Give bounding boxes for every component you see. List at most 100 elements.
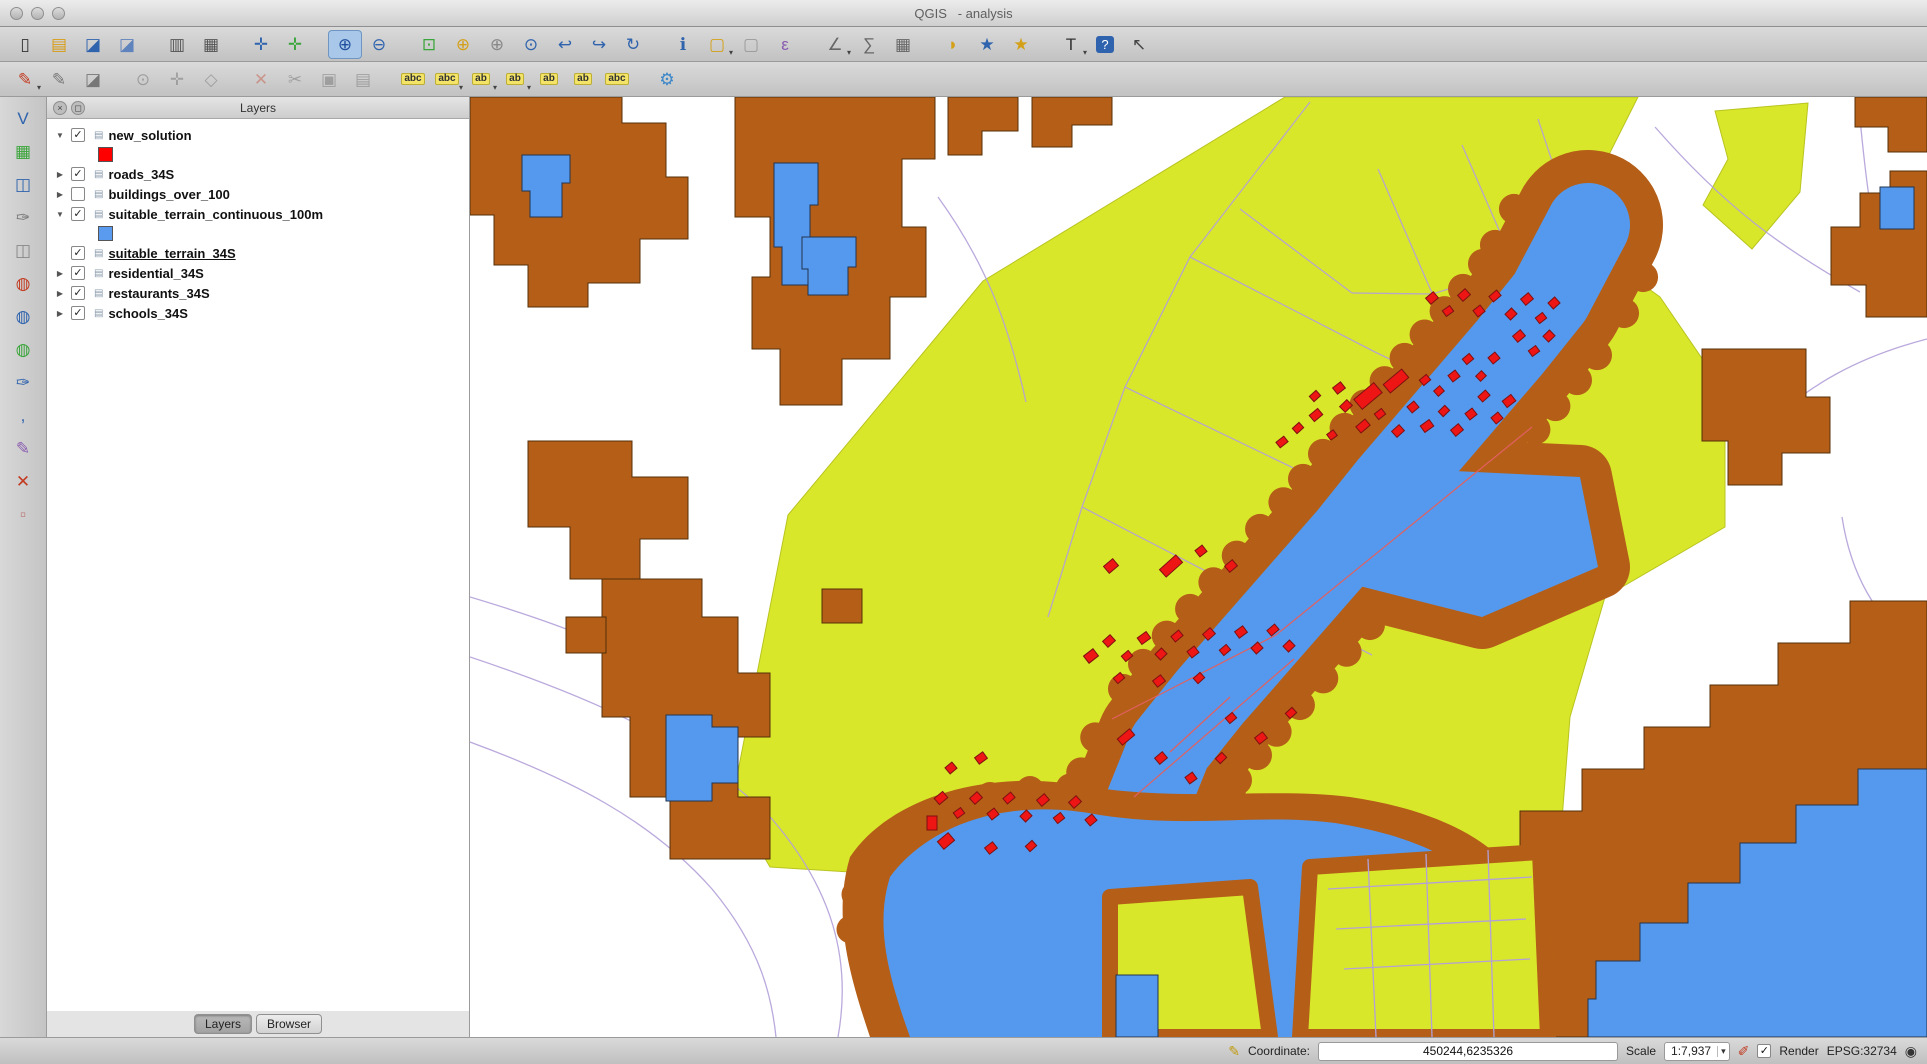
composer-manager[interactable]: ▦ <box>194 30 228 59</box>
delete-selected[interactable]: ✕ <box>244 65 278 94</box>
pin-labels[interactable]: ab▾ <box>464 65 498 94</box>
zoom-full-extent[interactable]: ⊡ <box>412 30 446 59</box>
open-project[interactable]: ▤ <box>42 30 76 59</box>
layer-item-schools_34S[interactable]: ▶✓▤schools_34S <box>47 303 469 323</box>
layer-visibility-checkbox[interactable]: ✓ <box>71 246 85 260</box>
tab-layers[interactable]: Layers <box>194 1014 252 1034</box>
zoom-in[interactable]: ⊕ <box>328 30 362 59</box>
current-edits[interactable]: ✎▾ <box>8 65 42 94</box>
layer-symbol-swatch[interactable] <box>98 226 113 241</box>
zoom-last[interactable]: ↩ <box>548 30 582 59</box>
show-bookmarks[interactable]: ★ <box>1004 30 1038 59</box>
layer-symbol-swatch[interactable] <box>98 147 113 162</box>
layer-visibility-checkbox[interactable] <box>71 187 85 201</box>
statistical-summary[interactable]: ∑ <box>852 30 886 59</box>
layer-name[interactable]: schools_34S <box>108 306 188 321</box>
new-shapefile-layer[interactable]: ✎ <box>7 433 39 463</box>
layer-item-buildings_over_100[interactable]: ▶▤buildings_over_100 <box>47 184 469 204</box>
identify-features[interactable]: ℹ <box>666 30 700 59</box>
add-mssql-layer[interactable]: ◫ <box>7 235 39 265</box>
add-oracle-layer[interactable]: ◍ <box>7 268 39 298</box>
move-feature[interactable]: ✛ <box>160 65 194 94</box>
highlight-pinned-labels[interactable]: abc <box>396 65 430 94</box>
change-label[interactable]: abc <box>600 65 634 94</box>
copy-features[interactable]: ▣ <box>312 65 346 94</box>
rotate-label[interactable]: ab <box>566 65 600 94</box>
add-wms-layer[interactable]: ◍ <box>7 301 39 331</box>
render-checkbox[interactable]: ✓ <box>1757 1044 1771 1058</box>
expander-icon[interactable]: ▼ <box>53 131 67 140</box>
new-project[interactable]: ▯ <box>8 30 42 59</box>
layer-visibility-checkbox[interactable]: ✓ <box>71 266 85 280</box>
toggle-editing[interactable]: ✎ <box>42 65 76 94</box>
add-postgis-layer[interactable]: ◫ <box>7 169 39 199</box>
layer-name[interactable]: residential_34S <box>108 266 203 281</box>
close-button[interactable] <box>10 7 23 20</box>
scale-combo[interactable]: 1:7,937 ▾ <box>1664 1042 1730 1061</box>
layer-name[interactable]: restaurants_34S <box>108 286 209 301</box>
paste-features[interactable]: ▤ <box>346 65 380 94</box>
layer-item-residential_34S[interactable]: ▶✓▤residential_34S <box>47 263 469 283</box>
map-tips[interactable]: ◗ <box>936 30 970 59</box>
attribute-table[interactable]: ▦ <box>886 30 920 59</box>
expander-icon[interactable]: ▼ <box>53 210 67 219</box>
crs-status[interactable]: EPSG:32734 <box>1827 1044 1897 1058</box>
refresh-map[interactable]: ↻ <box>616 30 650 59</box>
processing-toolbox[interactable]: ⚙ <box>650 65 684 94</box>
node-tool[interactable]: ◇ <box>194 65 228 94</box>
expander-icon[interactable]: ▶ <box>53 269 67 278</box>
coordinate-input[interactable] <box>1318 1042 1618 1061</box>
whats-this[interactable]: ↖ <box>1122 30 1156 59</box>
label-options[interactable]: abc▾ <box>430 65 464 94</box>
zoom-to-selection[interactable]: ⊕ <box>446 30 480 59</box>
add-wfs-layer[interactable]: ✑ <box>7 367 39 397</box>
move-label[interactable]: ab <box>532 65 566 94</box>
expander-icon[interactable]: ▶ <box>53 289 67 298</box>
help-contents[interactable]: ? <box>1088 30 1122 59</box>
panel-float-icon[interactable]: ◻ <box>71 101 85 115</box>
add-vector-layer[interactable]: V <box>7 103 39 133</box>
layer-visibility-checkbox[interactable]: ✓ <box>71 128 85 142</box>
zoom-window-button[interactable] <box>52 7 65 20</box>
save-project[interactable]: ◪ <box>76 30 110 59</box>
zoom-out[interactable]: ⊖ <box>362 30 396 59</box>
save-layer-edits[interactable]: ◪ <box>76 65 110 94</box>
add-feature[interactable]: ⊙ <box>126 65 160 94</box>
add-raster-layer[interactable]: ▦ <box>7 136 39 166</box>
layer-item-new_solution[interactable]: ▼✓▤new_solution <box>47 125 469 145</box>
tab-browser[interactable]: Browser <box>256 1014 322 1034</box>
layer-item-restaurants_34S[interactable]: ▶✓▤restaurants_34S <box>47 283 469 303</box>
save-project-as[interactable]: ◪ <box>110 30 144 59</box>
layer-name[interactable]: suitable_terrain_34S <box>108 246 235 261</box>
map-overview-placeholder[interactable]: ▫ <box>7 499 39 529</box>
panel-close-icon[interactable]: × <box>53 101 67 115</box>
select-by-expression[interactable]: ε <box>768 30 802 59</box>
log-messages-icon[interactable]: ✎ <box>1228 1043 1240 1060</box>
zoom-next[interactable]: ↪ <box>582 30 616 59</box>
new-bookmark[interactable]: ★ <box>970 30 1004 59</box>
expander-icon[interactable]: ▶ <box>53 170 67 179</box>
pan-map[interactable]: ✛ <box>244 30 278 59</box>
text-annotation[interactable]: T▾ <box>1054 30 1088 59</box>
zoom-actual-size[interactable]: ⊙ <box>514 30 548 59</box>
map-canvas[interactable] <box>470 97 1927 1037</box>
cut-features[interactable]: ✂ <box>278 65 312 94</box>
layer-item-suitable_terrain_continuous_100m[interactable]: ▼✓▤suitable_terrain_continuous_100m <box>47 204 469 224</box>
add-spatialite-layer[interactable]: ✑ <box>7 202 39 232</box>
layer-name[interactable]: roads_34S <box>108 167 174 182</box>
layer-visibility-checkbox[interactable]: ✓ <box>71 286 85 300</box>
layer-visibility-checkbox[interactable]: ✓ <box>71 306 85 320</box>
pan-to-selection[interactable]: ✛ <box>278 30 312 59</box>
measure[interactable]: ∠▾ <box>818 30 852 59</box>
deselect-features[interactable]: ▢ <box>734 30 768 59</box>
layer-name[interactable]: suitable_terrain_continuous_100m <box>108 207 323 222</box>
layer-visibility-checkbox[interactable]: ✓ <box>71 207 85 221</box>
add-wcs-layer[interactable]: ◍ <box>7 334 39 364</box>
select-features[interactable]: ▢▾ <box>700 30 734 59</box>
expander-icon[interactable]: ▶ <box>53 309 67 318</box>
show-hide-labels[interactable]: ab▾ <box>498 65 532 94</box>
new-print-composer[interactable]: ▥ <box>160 30 194 59</box>
layer-name[interactable]: buildings_over_100 <box>108 187 229 202</box>
remove-layer[interactable]: ✕ <box>7 466 39 496</box>
layer-item-suitable_terrain_34S[interactable]: ✓▤suitable_terrain_34S <box>47 243 469 263</box>
